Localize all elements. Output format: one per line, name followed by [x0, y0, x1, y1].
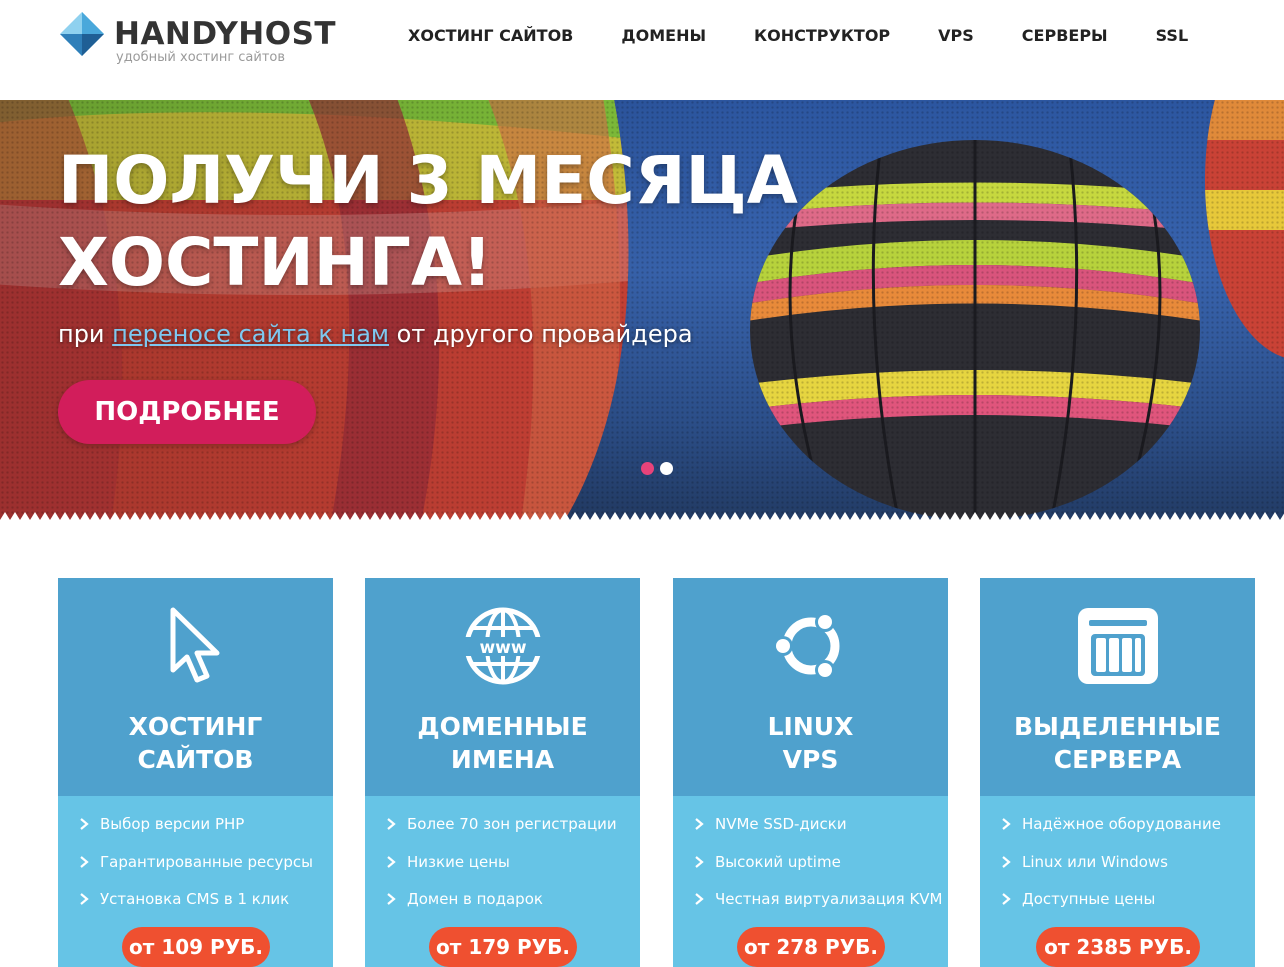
logo-tagline: удобный хостинг сайтов [116, 50, 286, 65]
www-globe-icon: www [463, 607, 543, 685]
nav-item-hosting[interactable]: ХОСТИНГ САЙТОВ [408, 25, 573, 47]
hero-subtitle-after: от другого провайдера [389, 320, 693, 348]
feature-item: Более 70 зон регистрации [385, 814, 635, 852]
hero-zigzag-edge [0, 512, 1284, 530]
price-button[interactable]: от 179 РУБ. [429, 927, 577, 967]
cursor-icon [170, 607, 220, 683]
service-card-servers[interactable]: ВЫДЕЛЕННЫЕ СЕРВЕРА Надёжное оборудование… [980, 578, 1255, 967]
card-title-line1: ДОМЕННЫЕ [417, 712, 588, 741]
service-card-domains[interactable]: www ДОМЕННЫЕ ИМЕНА Более 70 зон регистра… [365, 578, 640, 967]
logo-name: HANDYHOST [114, 16, 337, 52]
card-title: ДОМЕННЫЕ ИМЕНА [365, 710, 640, 776]
feature-text: Высокий uptime [715, 852, 841, 871]
chevron-right-icon [80, 818, 89, 830]
hero-subtitle-before: при [58, 320, 113, 348]
card-title-line2: САЙТОВ [137, 745, 254, 774]
slider-dot-1[interactable] [641, 462, 654, 475]
feature-text: NVMe SSD-диски [715, 815, 847, 833]
card-header: ХОСТИНГ САЙТОВ [58, 578, 333, 796]
card-header: www ДОМЕННЫЕ ИМЕНА [365, 578, 640, 796]
chevron-right-icon [695, 855, 704, 868]
server-icon [1078, 608, 1158, 684]
feature-list: Более 70 зон регистрации Низкие цены Дом… [385, 814, 635, 927]
feature-text: Домен в подарок [407, 890, 543, 908]
card-title: LINUX VPS [673, 710, 948, 776]
feature-item: Высокий uptime [693, 852, 943, 890]
ubuntu-icon [773, 612, 840, 680]
feature-item: Доступные цены [1000, 889, 1250, 927]
site-header: HANDYHOST удобный хостинг сайтов ХОСТИНГ… [0, 0, 1284, 100]
card-title-line2: VPS [782, 745, 839, 774]
card-title-line1: ВЫДЕЛЕННЫЕ [1014, 712, 1221, 741]
chevron-right-icon [387, 818, 396, 830]
feature-item: Linux или Windows [1000, 852, 1250, 890]
feature-item: Домен в подарок [385, 889, 635, 927]
card-title-line1: ХОСТИНГ [128, 712, 263, 741]
feature-item: NVMe SSD-диски [693, 814, 943, 852]
feature-item: Выбор версии PHP [78, 814, 328, 852]
slider-dot-2[interactable] [660, 462, 673, 475]
card-title-line2: СЕРВЕРА [1053, 745, 1182, 774]
feature-text: Низкие цены [407, 852, 510, 871]
chevron-right-icon [387, 893, 396, 905]
nav-item-vps[interactable]: VPS [938, 25, 974, 47]
feature-item: Установка CMS в 1 клик [78, 889, 328, 927]
card-header: ВЫДЕЛЕННЫЕ СЕРВЕРА [980, 578, 1255, 796]
logo-diamond-icon [60, 12, 104, 56]
card-title: ВЫДЕЛЕННЫЕ СЕРВЕРА [980, 710, 1255, 776]
hero-title: ПОЛУЧИ 3 МЕСЯЦА ХОСТИНГА! [58, 140, 818, 304]
feature-item: Честная виртуализация KVM [693, 889, 943, 927]
nav-item-domains[interactable]: ДОМЕНЫ [621, 25, 706, 47]
price-button[interactable]: от 278 РУБ. [737, 927, 885, 967]
logo[interactable]: HANDYHOST удобный хостинг сайтов [58, 8, 348, 70]
chevron-right-icon [1002, 893, 1011, 905]
service-card-vps[interactable]: LINUX VPS NVMe SSD-диски Высокий uptime … [673, 578, 948, 967]
price-button[interactable]: от 109 РУБ. [122, 927, 270, 967]
feature-item: Надёжное оборудование [1000, 814, 1250, 852]
feature-text: Выбор версии PHP [100, 815, 245, 833]
card-title: ХОСТИНГ САЙТОВ [58, 710, 333, 776]
chevron-right-icon [1002, 855, 1011, 868]
feature-list: Надёжное оборудование Linux или Windows … [1000, 814, 1250, 927]
feature-item: Низкие цены [385, 852, 635, 890]
nav-item-servers[interactable]: СЕРВЕРЫ [1022, 25, 1108, 47]
chevron-right-icon [80, 855, 89, 868]
card-title-line2: ИМЕНА [450, 745, 555, 774]
price-button[interactable]: от 2385 РУБ. [1036, 927, 1200, 967]
feature-text: Установка CMS в 1 клик [100, 890, 290, 908]
hero-title-line2: ХОСТИНГА! [58, 224, 493, 301]
chevron-right-icon [80, 893, 89, 905]
feature-text: Надёжное оборудование [1022, 815, 1221, 833]
feature-text: Доступные цены [1022, 890, 1156, 908]
nav-item-builder[interactable]: КОНСТРУКТОР [754, 25, 890, 47]
main-nav: ХОСТИНГ САЙТОВ ДОМЕНЫ КОНСТРУКТОР VPS СЕ… [408, 25, 1188, 47]
feature-item: Гарантированные ресурсы [78, 852, 328, 890]
chevron-right-icon [1002, 818, 1011, 830]
feature-text: Честная виртуализация KVM [715, 890, 943, 908]
svg-text:www: www [479, 638, 526, 658]
card-title-line1: LINUX [767, 712, 854, 741]
hero-subtitle-link[interactable]: переносе сайта к нам [112, 320, 389, 348]
feature-list: Выбор версии PHP Гарантированные ресурсы… [78, 814, 328, 927]
chevron-right-icon [695, 818, 704, 830]
card-header: LINUX VPS [673, 578, 948, 796]
chevron-right-icon [387, 855, 396, 868]
service-card-hosting[interactable]: ХОСТИНГ САЙТОВ Выбор версии PHP Гарантир… [58, 578, 333, 967]
slider-pagination [641, 462, 679, 476]
more-button[interactable]: ПОДРОБНЕЕ [58, 380, 316, 444]
hero-title-line1: ПОЛУЧИ 3 МЕСЯЦА [58, 142, 798, 219]
feature-text: Linux или Windows [1022, 852, 1168, 871]
nav-item-ssl[interactable]: SSL [1156, 25, 1189, 47]
hero-banner: ПОЛУЧИ 3 МЕСЯЦА ХОСТИНГА! при переносе с… [0, 100, 1284, 528]
chevron-right-icon [695, 893, 704, 905]
feature-text: Гарантированные ресурсы [100, 852, 314, 871]
hero-subtitle: при переносе сайта к нам от другого пров… [58, 320, 693, 348]
feature-list: NVMe SSD-диски Высокий uptime Честная ви… [693, 814, 943, 927]
feature-text: Более 70 зон регистрации [407, 815, 617, 833]
